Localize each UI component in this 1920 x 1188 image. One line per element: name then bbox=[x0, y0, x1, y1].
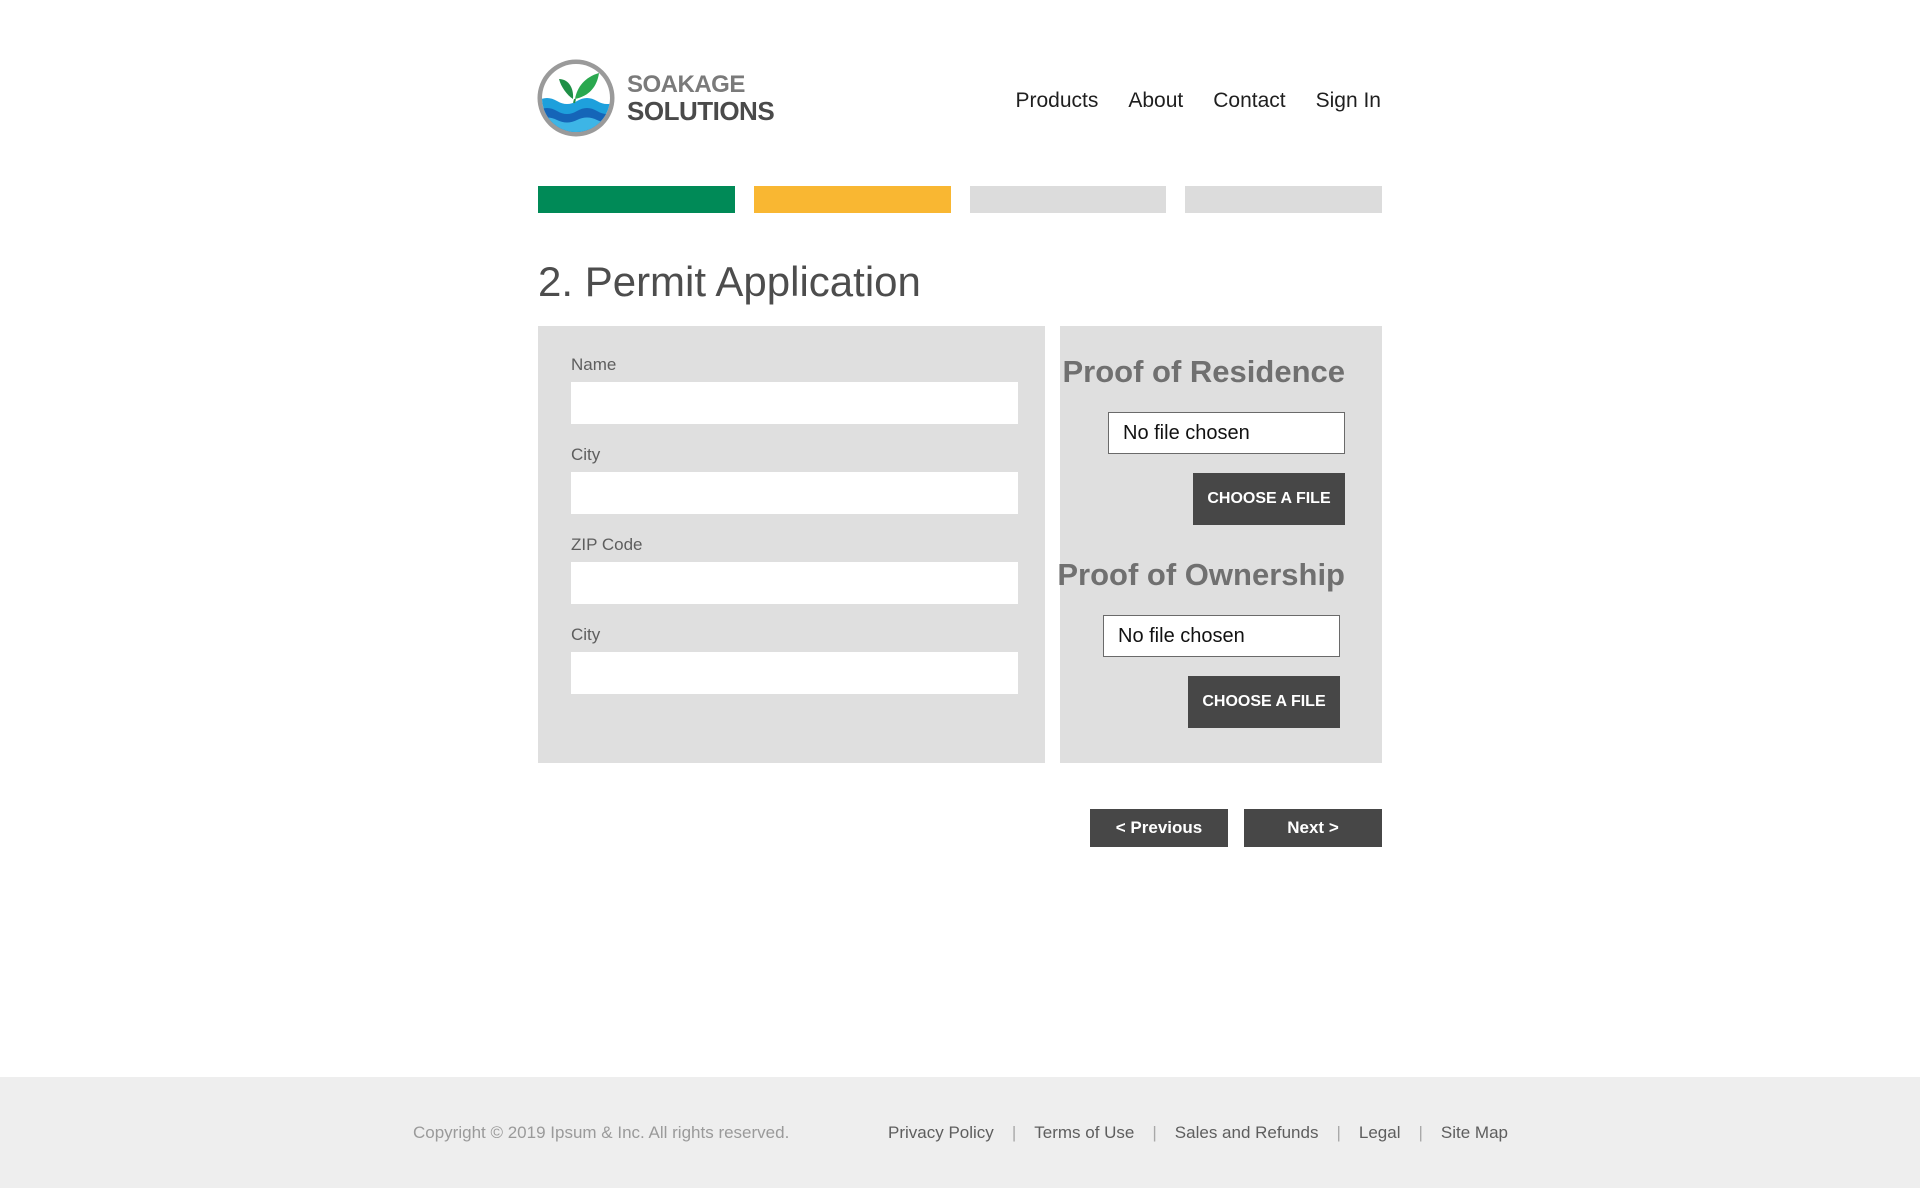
footer-separator: | bbox=[1011, 1123, 1017, 1142]
name-field[interactable] bbox=[571, 382, 1018, 424]
progress-step-3 bbox=[969, 186, 1167, 213]
progress-step-1 bbox=[538, 186, 735, 213]
nav-contact-link[interactable]: Contact bbox=[1213, 89, 1285, 113]
progress-step-2 bbox=[753, 186, 951, 213]
brand-logo[interactable]: SOAKAGE SOLUTIONS bbox=[537, 59, 775, 137]
second-city-field[interactable] bbox=[571, 652, 1018, 694]
footer: Copyright © 2019 Ipsum & Inc. All rights… bbox=[0, 1077, 1920, 1188]
second-city-field-label: City bbox=[571, 625, 601, 644]
previous-button[interactable]: < Previous bbox=[1090, 809, 1228, 847]
proof-of-residence-heading: Proof of Residence bbox=[1062, 354, 1346, 389]
brand-name-line1: SOAKAGE bbox=[627, 71, 745, 98]
leaf-over-water-logo-icon bbox=[537, 59, 615, 137]
nav-products-link[interactable]: Products bbox=[1015, 89, 1098, 113]
zip-code-field-label: ZIP Code bbox=[571, 535, 643, 554]
city-field[interactable] bbox=[571, 472, 1018, 514]
proof-of-ownership-choose-file-button[interactable]: CHOOSE A FILE bbox=[1188, 676, 1340, 728]
page-title: 2. Permit Application bbox=[538, 258, 921, 305]
city-field-label: City bbox=[571, 445, 601, 464]
footer-separator: | bbox=[1152, 1123, 1157, 1142]
next-button[interactable]: Next > bbox=[1244, 809, 1382, 847]
proof-of-residence-choose-file-button[interactable]: CHOOSE A FILE bbox=[1193, 473, 1345, 525]
terms-of-use-link[interactable]: Terms of Use bbox=[1034, 1123, 1134, 1143]
footer-separator: | bbox=[1418, 1123, 1423, 1142]
footer-links: Privacy Policy | Terms of Use | Sales an… bbox=[888, 1123, 1508, 1143]
proof-of-ownership-file-status: No file chosen bbox=[1103, 615, 1340, 657]
brand-name-line2: SOLUTIONS bbox=[627, 96, 775, 126]
zip-code-field[interactable] bbox=[571, 562, 1018, 604]
step-progress-bar bbox=[538, 186, 1382, 213]
brand-name: SOAKAGE SOLUTIONS bbox=[627, 71, 775, 126]
progress-step-4 bbox=[1185, 186, 1382, 213]
privacy-policy-link[interactable]: Privacy Policy bbox=[888, 1123, 994, 1143]
sales-and-refunds-link[interactable]: Sales and Refunds bbox=[1175, 1123, 1319, 1143]
legal-link[interactable]: Legal bbox=[1359, 1123, 1401, 1143]
main-nav: Products About Contact Sign In bbox=[1015, 89, 1381, 113]
document-upload-panel: Proof of Residence No file chosen CHOOSE… bbox=[1057, 326, 1382, 763]
page: SOAKAGE SOLUTIONS Products About Contact… bbox=[0, 0, 1920, 1188]
proof-of-ownership-heading: Proof of Ownership bbox=[1057, 557, 1345, 592]
proof-of-residence-file-status: No file chosen bbox=[1108, 412, 1345, 454]
site-map-link[interactable]: Site Map bbox=[1441, 1123, 1508, 1143]
applicant-form-panel: Name City ZIP Code City bbox=[538, 326, 1045, 763]
copyright-text: Copyright © 2019 Ipsum & Inc. All rights… bbox=[413, 1123, 790, 1142]
nav-sign-in-link[interactable]: Sign In bbox=[1316, 89, 1381, 113]
nav-about-link[interactable]: About bbox=[1128, 89, 1183, 113]
footer-separator: | bbox=[1336, 1123, 1341, 1142]
name-field-label: Name bbox=[571, 355, 617, 374]
